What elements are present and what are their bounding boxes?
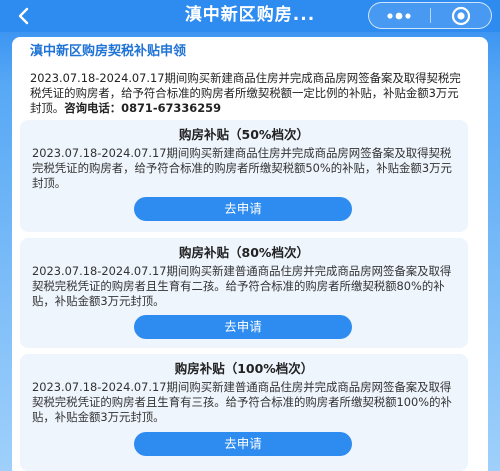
subsidy-card-100: 购房补贴（100%档次） 2023.07.18-2024.07.17期间购买新建… [20,354,468,471]
main-title: 滇中新区购房契税补贴申领 [30,44,187,59]
more-dots-icon[interactable] [369,3,430,28]
card-description: 2023.07.18-2024.07.17期间购买新建商品住房并完成商品房网签备… [32,146,452,190]
target-circle-icon[interactable] [430,3,491,28]
apply-button[interactable]: 去申请 [134,197,352,221]
card-description: 2023.07.18-2024.07.17期间购买新建普通商品住房并完成商品房网… [32,380,452,424]
apply-button[interactable]: 去申请 [134,432,352,456]
subsidy-card-80: 购房补贴（80%档次） 2023.07.18-2024.07.17期间购买新建普… [20,238,468,348]
subsidy-card-50: 购房补贴（50%档次） 2023.07.18-2024.07.17期间购买新建商… [20,120,468,232]
contact-phone[interactable]: 0871-67336259 [121,101,221,115]
card-description: 2023.07.18-2024.07.17期间购买新建普通商品住房并完成商品房网… [32,264,452,308]
apply-button[interactable]: 去申请 [134,315,352,339]
card-title: 购房补贴（80%档次） [179,245,309,260]
navigation-bar: 滇中新区购房... [0,0,500,32]
intro-text: 2023.07.18-2024.07.17期间购买新建商品住房并完成商品房网签备… [30,71,470,116]
card-title: 购房补贴（100%档次） [174,361,314,376]
contact-label: 咨询电话： [64,101,122,115]
card-title: 购房补贴（50%档次） [179,127,309,142]
mini-program-capsule [368,2,492,29]
